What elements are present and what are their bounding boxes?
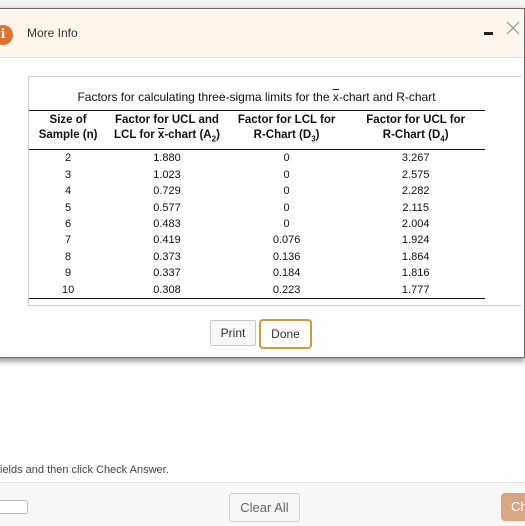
table-cell: 0.223 (226, 281, 347, 299)
table-cell: 0.184 (272, 267, 301, 280)
done-button[interactable]: Done (259, 319, 312, 349)
close-icon (506, 21, 520, 35)
table-cell: 0 (283, 185, 290, 198)
table-row: 3 1.023 0 2.575 (29, 167, 485, 183)
table-cell: 0.483 (153, 218, 181, 231)
clear-all-button[interactable]: Clear All (229, 493, 300, 522)
table-row: 9 0.337 0.184 1.816 (29, 265, 485, 281)
table-cell: 10 (29, 281, 108, 299)
table-cell: 3.267 (401, 152, 430, 165)
table-cell: 1.777 (346, 281, 485, 299)
factor-table: Size of Sample (n) Factor for UCL and LC… (29, 109, 485, 299)
table-cell: 0.577 (153, 201, 181, 214)
table-header-row: Size of Sample (n) Factor for UCL and LC… (29, 109, 485, 151)
table-cell: 2.575 (401, 168, 430, 181)
dialog-header: i More Info (0, 9, 524, 58)
header-d3-line2: R-Chart (D3) (253, 129, 320, 144)
table-cell: 0 (283, 152, 290, 165)
table-cell: 2 (65, 152, 72, 165)
table-cell: 1.816 (401, 267, 430, 280)
check-answer-button[interactable]: Ch (501, 493, 525, 521)
table-cell: 1.864 (401, 250, 430, 263)
header-d4-line2: R-Chart (D4) (382, 129, 449, 144)
table-row: 6 0.483 0 2.004 (29, 216, 485, 232)
table-cell: 3 (65, 168, 72, 181)
table-cell: 0.729 (153, 185, 181, 198)
table-row: 5 0.577 0 2.115 (29, 199, 485, 215)
more-info-dialog: i More Info Factors for calculating thre… (0, 8, 525, 358)
table-row: 2 1.880 0 3.267 (29, 150, 485, 167)
info-icon: i (0, 25, 13, 45)
table-row: 4 0.729 0 2.282 (29, 183, 485, 199)
close-button[interactable] (505, 20, 521, 36)
table-cell: 0.308 (107, 281, 227, 299)
table-cell: 5 (65, 201, 72, 214)
table-cell: 4 (65, 185, 72, 198)
header-d4: Factor for UCL for R-Chart (D4) (346, 109, 485, 151)
caption-text: Factors for calculating three-sigma limi… (77, 90, 436, 104)
table-cell: 0.373 (153, 250, 181, 263)
header-sample-size: Size of Sample (n) (29, 109, 108, 151)
table-cell: 2.282 (401, 185, 430, 198)
header-d3: Factor for LCL for R-Chart (D3) (226, 109, 347, 151)
table-cell: 0 (283, 168, 290, 181)
instructions-text: ields and then click Check Answer. (0, 464, 169, 476)
table-cell: 0 (283, 218, 290, 231)
table-cell: 0.419 (153, 234, 181, 247)
table-cell: 9 (65, 267, 72, 280)
table-content-box: Factors for calculating three-sigma limi… (28, 76, 521, 306)
table-cell: 8 (65, 250, 72, 263)
table-cell: 1.023 (153, 168, 181, 181)
table-cell: 2.004 (401, 218, 430, 231)
table-cell: 7 (65, 234, 72, 247)
table-cell: 1.880 (153, 152, 181, 165)
table-row: 8 0.373 0.136 1.864 (29, 249, 485, 265)
header-a2: Factor for UCL and LCL for x-chart (A2) (107, 109, 227, 151)
table-cell: 0 (283, 201, 290, 214)
header-a2-line2: LCL for x-chart (A2) (114, 129, 220, 144)
table-row: 7 0.419 0.076 1.924 (29, 232, 485, 248)
answer-input[interactable] (0, 500, 28, 514)
print-button[interactable]: Print (210, 320, 256, 346)
table-row: 10 0.308 0.223 1.777 (29, 281, 485, 299)
table-cell: 1.924 (401, 234, 430, 247)
table-cell: 0.136 (272, 250, 301, 263)
table-caption: Factors for calculating three-sigma limi… (29, 90, 484, 104)
minimize-button[interactable] (481, 22, 495, 42)
dialog-title: More Info (27, 26, 78, 40)
table-cell: 6 (65, 218, 72, 231)
table-body: 2 1.880 0 3.267 3 1.023 0 2.575 4 0.729 0 2.282 5 0.5… (29, 150, 485, 299)
table-cell: 0.076 (272, 234, 301, 247)
table-cell: 2.115 (402, 201, 430, 214)
table-cell: 0.337 (153, 267, 181, 280)
